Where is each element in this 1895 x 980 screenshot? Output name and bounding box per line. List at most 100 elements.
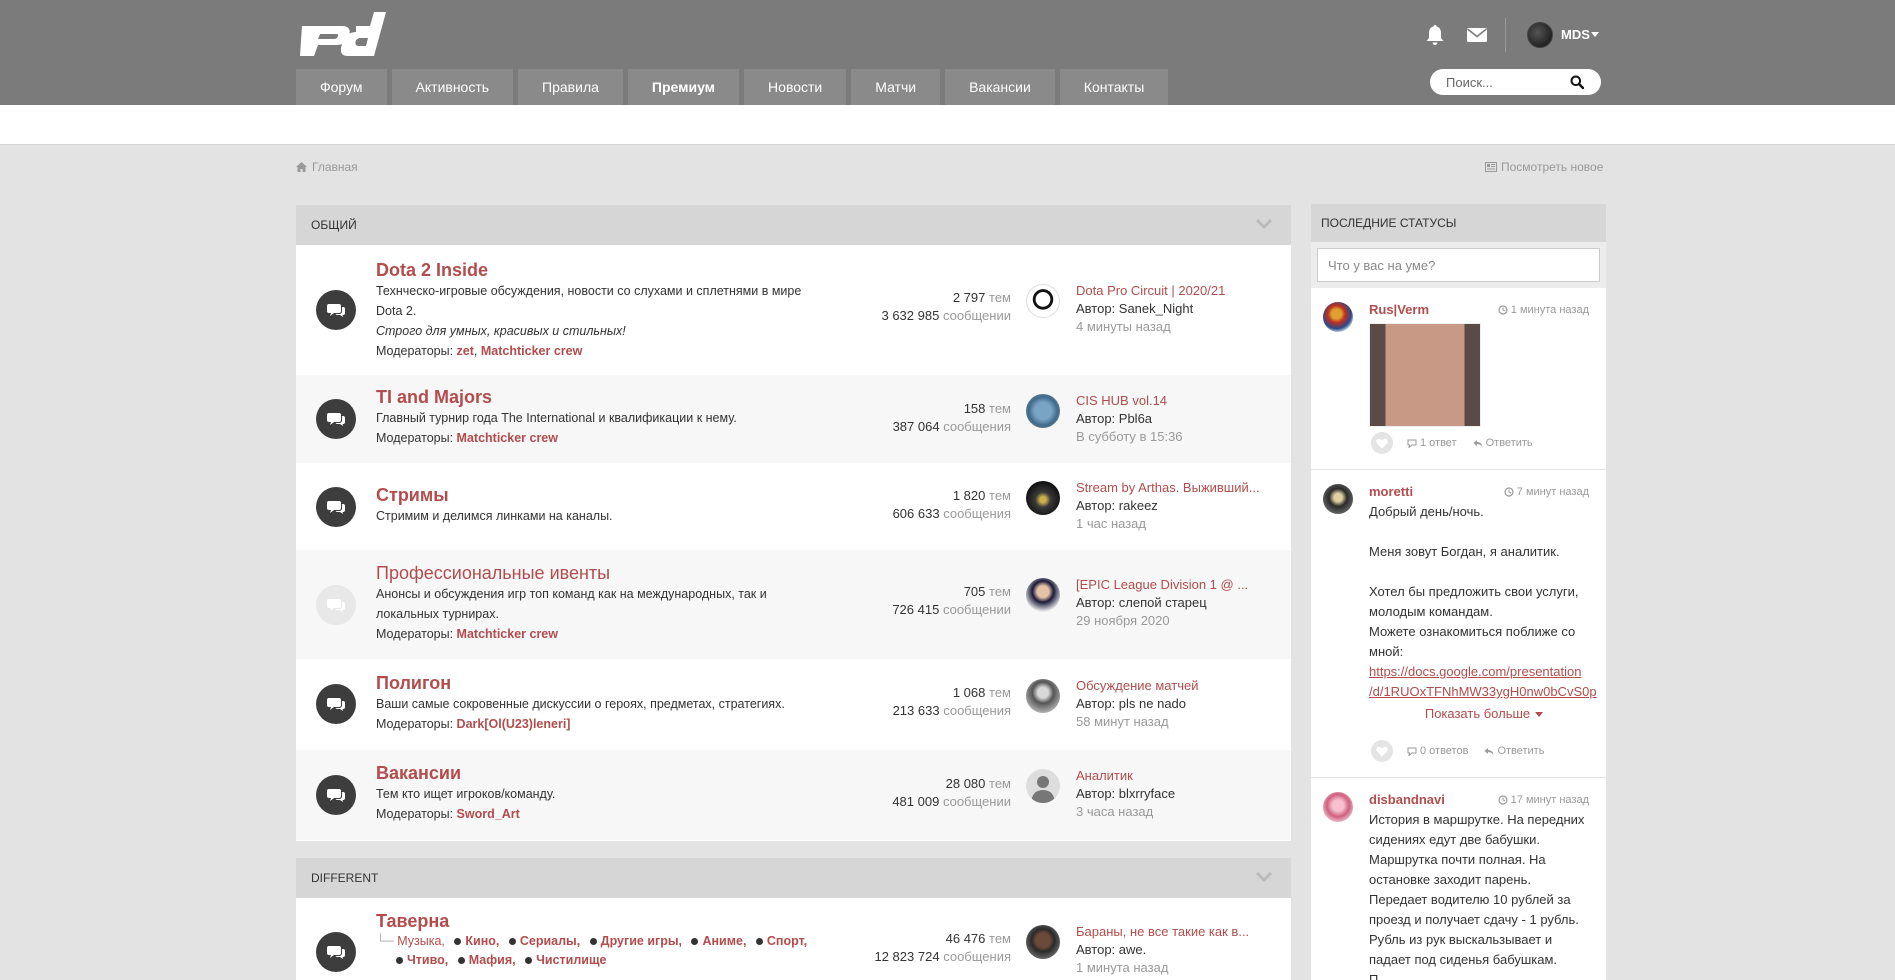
status-text: Добрый день/ночь. [1369,504,1484,519]
user-silhouette-icon [1031,776,1055,803]
subforum-list: └─ Музыка, Кино, Сериалы, Другие игры, А… [376,932,866,970]
reply-button[interactable]: Ответить [1473,437,1533,449]
like-button[interactable] [1371,740,1393,762]
subforum-link[interactable]: Мафия, [469,953,516,967]
reply-icon [1473,439,1483,447]
mail-icon[interactable] [1466,26,1488,44]
status-author[interactable]: moretti [1369,484,1413,499]
forum-title[interactable]: Вакансии [376,762,866,784]
comments-icon [316,585,356,625]
forum-title[interactable]: TI and Majors [376,386,866,408]
bell-icon[interactable] [1425,24,1445,46]
avatar[interactable] [1026,679,1060,713]
status-text [1369,522,1599,542]
avatar[interactable] [1026,481,1060,515]
forum-stats: 158 тем 387 064 сообщения [892,401,1011,434]
avatar[interactable] [1323,484,1353,514]
status-author[interactable]: disbandnavi [1369,792,1445,807]
avatar[interactable] [1026,284,1060,318]
moderator-link[interactable]: Matchticker crew [481,344,582,358]
chevron-down-icon[interactable] [1255,218,1273,230]
forum-title[interactable]: Профессиональные ивенты [376,562,866,584]
user-avatar[interactable] [1527,22,1553,48]
forum-row: TI and Majors Главный турнир года The In… [296,375,1291,464]
moderator-link[interactable]: Matchticker crew [457,627,558,641]
nav-contacts[interactable]: Контакты [1059,69,1169,105]
status-link[interactable]: /d/1RUOxTFNhMW33ygH0nw0bCvS0p [1369,682,1599,702]
moderator-link[interactable]: zet [457,344,474,358]
chevron-down-icon[interactable] [1591,32,1599,37]
forum-description: Тем кто ищет игроков/команду. [376,787,556,801]
header-divider [1505,18,1506,52]
forum-description: Главный турнир года The International и … [376,411,737,425]
forum-title[interactable]: Стримы [376,484,866,506]
forum-moderators: Модераторы: zet, Matchticker crew [376,344,583,358]
avatar[interactable] [1026,769,1060,803]
user-name[interactable]: MDS [1561,27,1590,42]
replies-count[interactable]: 0 ответов [1407,745,1468,757]
moderator-link[interactable]: Matchticker crew [457,431,558,445]
subforum-link[interactable]: Аниме, [702,934,746,948]
subforum-link[interactable]: Музыка, [397,934,445,948]
moderator-link[interactable]: Dark[Ol(U23)leneri] [457,717,571,731]
search-input[interactable] [1446,69,1566,95]
nav-forum[interactable]: Форум [296,69,387,105]
view-new-link[interactable]: Посмотреть новое [1485,160,1603,174]
nav-news[interactable]: Новости [744,69,847,105]
latest-statuses-widget: ПОСЛЕДНИЕ СТАТУСЫ Rus|Verm 1 минута наза… [1311,204,1606,980]
subforum-link[interactable]: Другие игры, [601,934,682,948]
unread-dot-icon [525,956,533,964]
status-input[interactable] [1317,248,1600,282]
breadcrumb: Главная [296,160,358,174]
subforum-link[interactable]: Сериалы, [520,934,580,948]
reply-button[interactable]: Ответить [1484,745,1544,757]
search-icon[interactable] [1570,75,1584,89]
last-post-title[interactable]: Бараны, не все такие как в... [1076,923,1276,941]
category-title: DIFFERENT [311,871,379,885]
avatar[interactable] [1026,394,1060,428]
like-button[interactable] [1371,432,1393,454]
nav-vacancies[interactable]: Вакансии [945,69,1055,105]
forum-title[interactable]: Dota 2 Inside [376,259,866,281]
status-image[interactable] [1369,323,1481,427]
status-author[interactable]: Rus|Verm [1369,302,1429,317]
breadcrumb-home[interactable]: Главная [312,160,358,174]
nav-activity[interactable]: Активность [391,69,514,105]
last-post-title[interactable]: Обсуждение матчей [1076,677,1276,695]
forum-row: Таверна └─ Музыка, Кино, Сериалы, Другие… [296,898,1291,980]
last-post-title[interactable]: [EPIC League Division 1 @ ... [1076,576,1276,594]
subforum-link[interactable]: Чистилище [536,953,606,967]
comments-icon [316,399,356,439]
last-post-title[interactable]: CIS HUB vol.14 [1076,392,1276,410]
status-text: мной: [1369,644,1404,659]
last-post-title[interactable]: Dota Pro Circuit | 2020/21 [1076,282,1276,300]
nav-premium[interactable]: Премиум [627,69,740,105]
subforum-link[interactable]: Чтиво, [407,953,448,967]
unread-dot-icon [589,937,597,945]
status-item: disbandnavi 17 минут назад История в мар… [1311,778,1606,980]
status-time: 1 минута назад [1498,300,1589,320]
nav-rules[interactable]: Правила [518,69,623,105]
replies-count[interactable]: 1 ответ [1407,437,1457,449]
avatar[interactable] [1026,925,1060,959]
forum-title[interactable]: Таверна [376,910,866,932]
subforum-link[interactable]: Кино, [465,934,499,948]
clock-icon [1498,795,1508,805]
chevron-down-icon[interactable] [1255,871,1273,883]
last-post-title[interactable]: Аналитик [1076,767,1276,785]
subforum-link[interactable]: Спорт, [767,934,807,948]
site-logo[interactable] [296,12,386,56]
avatar[interactable] [1323,792,1353,822]
moderator-link[interactable]: Sword_Art [457,807,520,821]
last-post-title[interactable]: Stream by Arthas. Выживший... [1076,479,1276,497]
category-header: DIFFERENT [296,858,1291,898]
status-link[interactable]: https://docs.google.com/presentation [1369,662,1599,682]
caret-down-icon [1535,711,1544,717]
show-more-button[interactable]: Показать больше [1369,704,1599,724]
forum-moderators: Модераторы: Matchticker crew [376,627,558,641]
nav-matches[interactable]: Матчи [851,69,941,105]
avatar[interactable] [1323,302,1353,332]
avatar[interactable] [1026,578,1060,612]
forum-stats: 705 тем 726 415 сообщении [892,584,1011,617]
forum-title[interactable]: Полигон [376,672,866,694]
